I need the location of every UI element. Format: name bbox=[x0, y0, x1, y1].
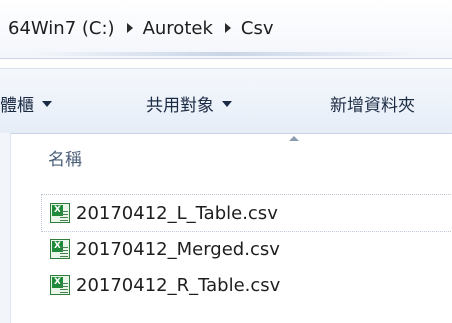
breadcrumb-folder-aurotek[interactable]: Aurotek bbox=[141, 18, 215, 39]
address-bar-shadow bbox=[30, 52, 420, 56]
breadcrumb-chevron-icon[interactable] bbox=[224, 23, 231, 33]
excel-csv-icon: X bbox=[50, 275, 70, 295]
breadcrumb-drive[interactable]: 64Win7 (C:) bbox=[6, 18, 117, 39]
breadcrumb: 64Win7 (C:) Aurotek Csv bbox=[6, 14, 275, 42]
file-name: 20170412_Merged.csv bbox=[76, 238, 280, 260]
list-item[interactable]: X 20170412_R_Table.csv bbox=[42, 267, 452, 303]
command-toolbar: 體櫃 共用對象 新增資料夾 bbox=[0, 68, 452, 134]
chevron-down-icon bbox=[42, 100, 52, 107]
file-list: X 20170412_L_Table.csv X 20170412_Merged… bbox=[41, 194, 452, 303]
new-folder-button[interactable]: 新增資料夾 bbox=[330, 91, 415, 116]
file-name: 20170412_L_Table.csv bbox=[76, 202, 278, 224]
list-item[interactable]: X 20170412_Merged.csv bbox=[42, 231, 452, 267]
toolbar-library-label: 體櫃 bbox=[0, 96, 34, 116]
column-header-name[interactable]: 名稱 bbox=[48, 145, 82, 170]
toolbar-library-menu[interactable]: 體櫃 bbox=[0, 91, 52, 116]
breadcrumb-folder-csv[interactable]: Csv bbox=[239, 18, 276, 39]
chevron-down-icon bbox=[222, 100, 232, 107]
sort-ascending-icon bbox=[289, 136, 299, 141]
excel-csv-icon: X bbox=[50, 203, 70, 223]
address-bar[interactable]: 64Win7 (C:) Aurotek Csv bbox=[0, 0, 452, 59]
list-item[interactable]: X 20170412_L_Table.csv bbox=[41, 194, 452, 232]
navigation-pane-edge bbox=[0, 133, 11, 323]
excel-csv-icon: X bbox=[50, 239, 70, 259]
breadcrumb-chevron-icon[interactable] bbox=[126, 23, 133, 33]
toolbar-share-with-label: 共用對象 bbox=[146, 96, 214, 116]
new-folder-label: 新增資料夾 bbox=[330, 96, 415, 116]
toolbar-share-with-menu[interactable]: 共用對象 bbox=[146, 91, 232, 116]
file-name: 20170412_R_Table.csv bbox=[76, 274, 281, 296]
